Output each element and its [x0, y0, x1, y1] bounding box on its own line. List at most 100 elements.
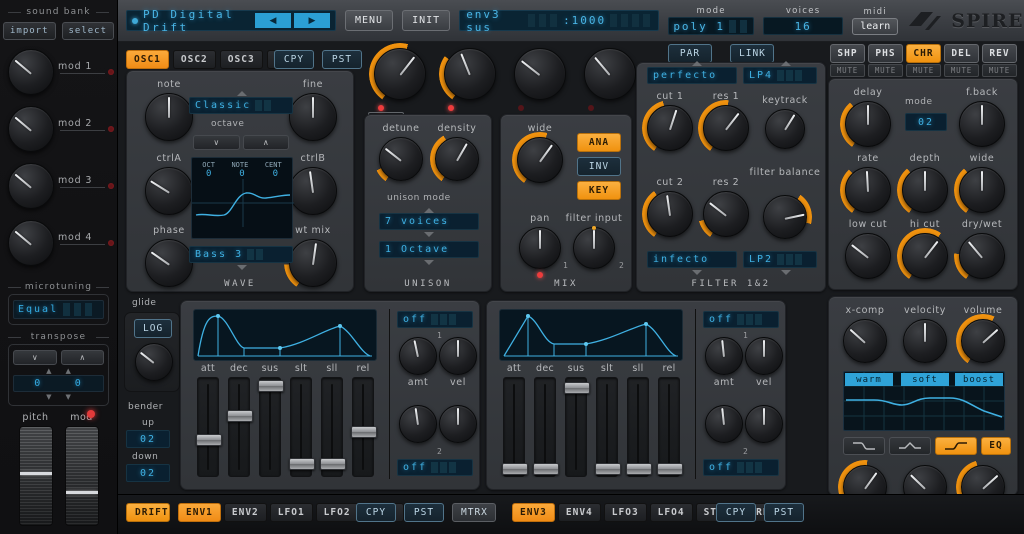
osc2-level-knob[interactable]: OSC2: [439, 43, 501, 130]
env1-vel1-knob[interactable]: vel: [436, 334, 480, 388]
env3-amt1-knob[interactable]: amt: [702, 334, 746, 388]
filter-balance-knob[interactable]: filter balance: [750, 167, 820, 244]
filter-input-knob[interactable]: filter input 1 2: [563, 213, 624, 272]
preset-prev-button[interactable]: ◀: [255, 13, 291, 28]
glide-mode-button[interactable]: LOG: [134, 319, 172, 338]
microtuning-value-display[interactable]: Equal: [13, 300, 104, 319]
tab-lfo4[interactable]: LFO4: [649, 503, 693, 522]
density-knob[interactable]: density: [430, 123, 484, 186]
lowshelf-icon[interactable]: [843, 437, 885, 455]
tab-phs[interactable]: PHS: [868, 44, 903, 63]
tab-chr[interactable]: CHR: [906, 44, 941, 63]
drift-button[interactable]: DRIFT: [126, 503, 170, 522]
wavetable-scope[interactable]: OCT NOTE CENT 0 0 0: [191, 157, 294, 239]
key-button[interactable]: KEY: [577, 181, 621, 200]
tab-osc3[interactable]: OSC3: [219, 50, 263, 69]
filter1-name-up-icon[interactable]: [692, 61, 702, 66]
octave-down-button[interactable]: ∨: [193, 135, 240, 150]
unison-range-down-icon[interactable]: [424, 260, 434, 265]
pitch-wheel[interactable]: [18, 426, 53, 526]
ctrlb-knob[interactable]: ctrlB: [286, 153, 340, 218]
keytrack-knob[interactable]: keytrack: [762, 95, 808, 152]
wt-mix-knob[interactable]: wt mix: [284, 225, 342, 292]
fine-knob[interactable]: fine: [286, 79, 340, 144]
transpose-down-button[interactable]: ∨: [13, 350, 57, 365]
env3-scope[interactable]: [499, 309, 683, 361]
env3-vel1-knob[interactable]: vel: [742, 334, 786, 388]
mod-right-copy-button[interactable]: CPY: [716, 503, 756, 522]
res1-knob[interactable]: res 1: [698, 91, 754, 156]
highshelf-icon[interactable]: [935, 437, 977, 455]
bender-down-display[interactable]: 02: [126, 464, 170, 482]
init-button[interactable]: INIT: [402, 10, 451, 31]
ana-button[interactable]: ANA: [577, 133, 621, 152]
tab-lfo1[interactable]: LFO1: [269, 503, 313, 522]
env3-amt2-knob[interactable]: [702, 402, 746, 446]
import-button[interactable]: import: [2, 22, 56, 40]
ctrla-knob[interactable]: ctrlA: [142, 153, 196, 218]
semi-up-arrow-icon[interactable]: ▲: [46, 368, 51, 375]
osc-paste-button[interactable]: PST: [322, 50, 362, 69]
filter2-type-down-icon[interactable]: [781, 270, 791, 275]
env1-amt2-knob[interactable]: [396, 402, 440, 446]
preset-display[interactable]: PD Digital Drift ◀ ▶: [126, 8, 336, 34]
unison-range-display[interactable]: 1 Octave: [379, 241, 479, 258]
fx-feedback-knob[interactable]: f.back: [956, 87, 1008, 150]
velocity-knob[interactable]: velocity: [900, 305, 950, 366]
env3-sus-slider[interactable]: [564, 377, 590, 477]
env1-slt-slider[interactable]: [289, 377, 315, 477]
bender-up-display[interactable]: 02: [126, 430, 170, 448]
fx-drywet-knob[interactable]: dry/wet: [954, 219, 1010, 284]
octave-up-button[interactable]: ∧: [242, 135, 289, 150]
tab-osc2[interactable]: OSC2: [172, 50, 216, 69]
fx-wide-knob[interactable]: wide: [954, 153, 1010, 218]
matrix-button[interactable]: MTRX: [452, 503, 496, 522]
mute-del-button[interactable]: MUTE: [944, 64, 979, 77]
filter2-name-down-icon[interactable]: [692, 270, 702, 275]
menu-button[interactable]: MENU: [345, 10, 394, 31]
wave-name-display[interactable]: Bass 3: [189, 246, 293, 263]
cent-down-arrow-icon[interactable]: ▼: [66, 394, 71, 401]
eq-boost-label[interactable]: boost: [955, 373, 1003, 386]
env1-dest2-display[interactable]: off: [397, 459, 473, 476]
osc4-level-knob[interactable]: OSC4: [581, 45, 639, 130]
eq-warm-label[interactable]: warm: [845, 373, 893, 386]
eq-toggle-button[interactable]: EQ: [981, 437, 1011, 455]
env1-vel2-knob[interactable]: [436, 402, 480, 446]
cut2-knob[interactable]: cut 2: [642, 177, 698, 242]
mod-left-paste-button[interactable]: PST: [404, 503, 444, 522]
filter1-type-display[interactable]: LP4: [743, 67, 817, 84]
midi-learn-button[interactable]: learn: [852, 17, 899, 35]
tab-env1[interactable]: ENV1: [178, 503, 221, 522]
note-knob[interactable]: note: [142, 79, 196, 144]
wave-model-display[interactable]: Classic: [189, 97, 293, 114]
fx-rate-knob[interactable]: rate: [840, 153, 896, 218]
env1-dec-slider[interactable]: [227, 377, 253, 477]
glide-knob[interactable]: [132, 340, 176, 384]
mod3-knob[interactable]: [5, 160, 57, 212]
env3-dest2-display[interactable]: off: [703, 459, 779, 476]
tab-rev[interactable]: REV: [982, 44, 1017, 63]
env1-sus-slider[interactable]: [258, 377, 284, 477]
pan-knob[interactable]: pan: [516, 213, 564, 278]
mod4-knob[interactable]: [5, 217, 57, 269]
env3-dec-slider[interactable]: [533, 377, 559, 477]
mute-chr-button[interactable]: MUTE: [906, 64, 941, 77]
env1-rel-slider[interactable]: [351, 377, 377, 477]
phase-knob[interactable]: phase: [142, 225, 196, 290]
env1-sll-slider[interactable]: [320, 377, 346, 477]
cut1-knob[interactable]: cut 1: [642, 91, 698, 156]
env3-sll-slider[interactable]: [626, 377, 652, 477]
env3-vel2-knob[interactable]: [742, 402, 786, 446]
tab-env4[interactable]: ENV4: [557, 503, 601, 522]
unison-voices-down-icon[interactable]: [424, 232, 434, 237]
bell-icon[interactable]: [889, 437, 931, 455]
env1-scope[interactable]: [193, 309, 377, 361]
tab-osc1[interactable]: OSC1: [126, 50, 169, 69]
tab-shp[interactable]: SHP: [830, 44, 865, 63]
detune-knob[interactable]: detune: [374, 123, 428, 186]
mod-wheel[interactable]: [64, 426, 99, 526]
volume-knob[interactable]: volume: [956, 305, 1010, 368]
filter-par-button[interactable]: PAR: [668, 44, 712, 63]
tab-lfo3[interactable]: LFO3: [603, 503, 647, 522]
